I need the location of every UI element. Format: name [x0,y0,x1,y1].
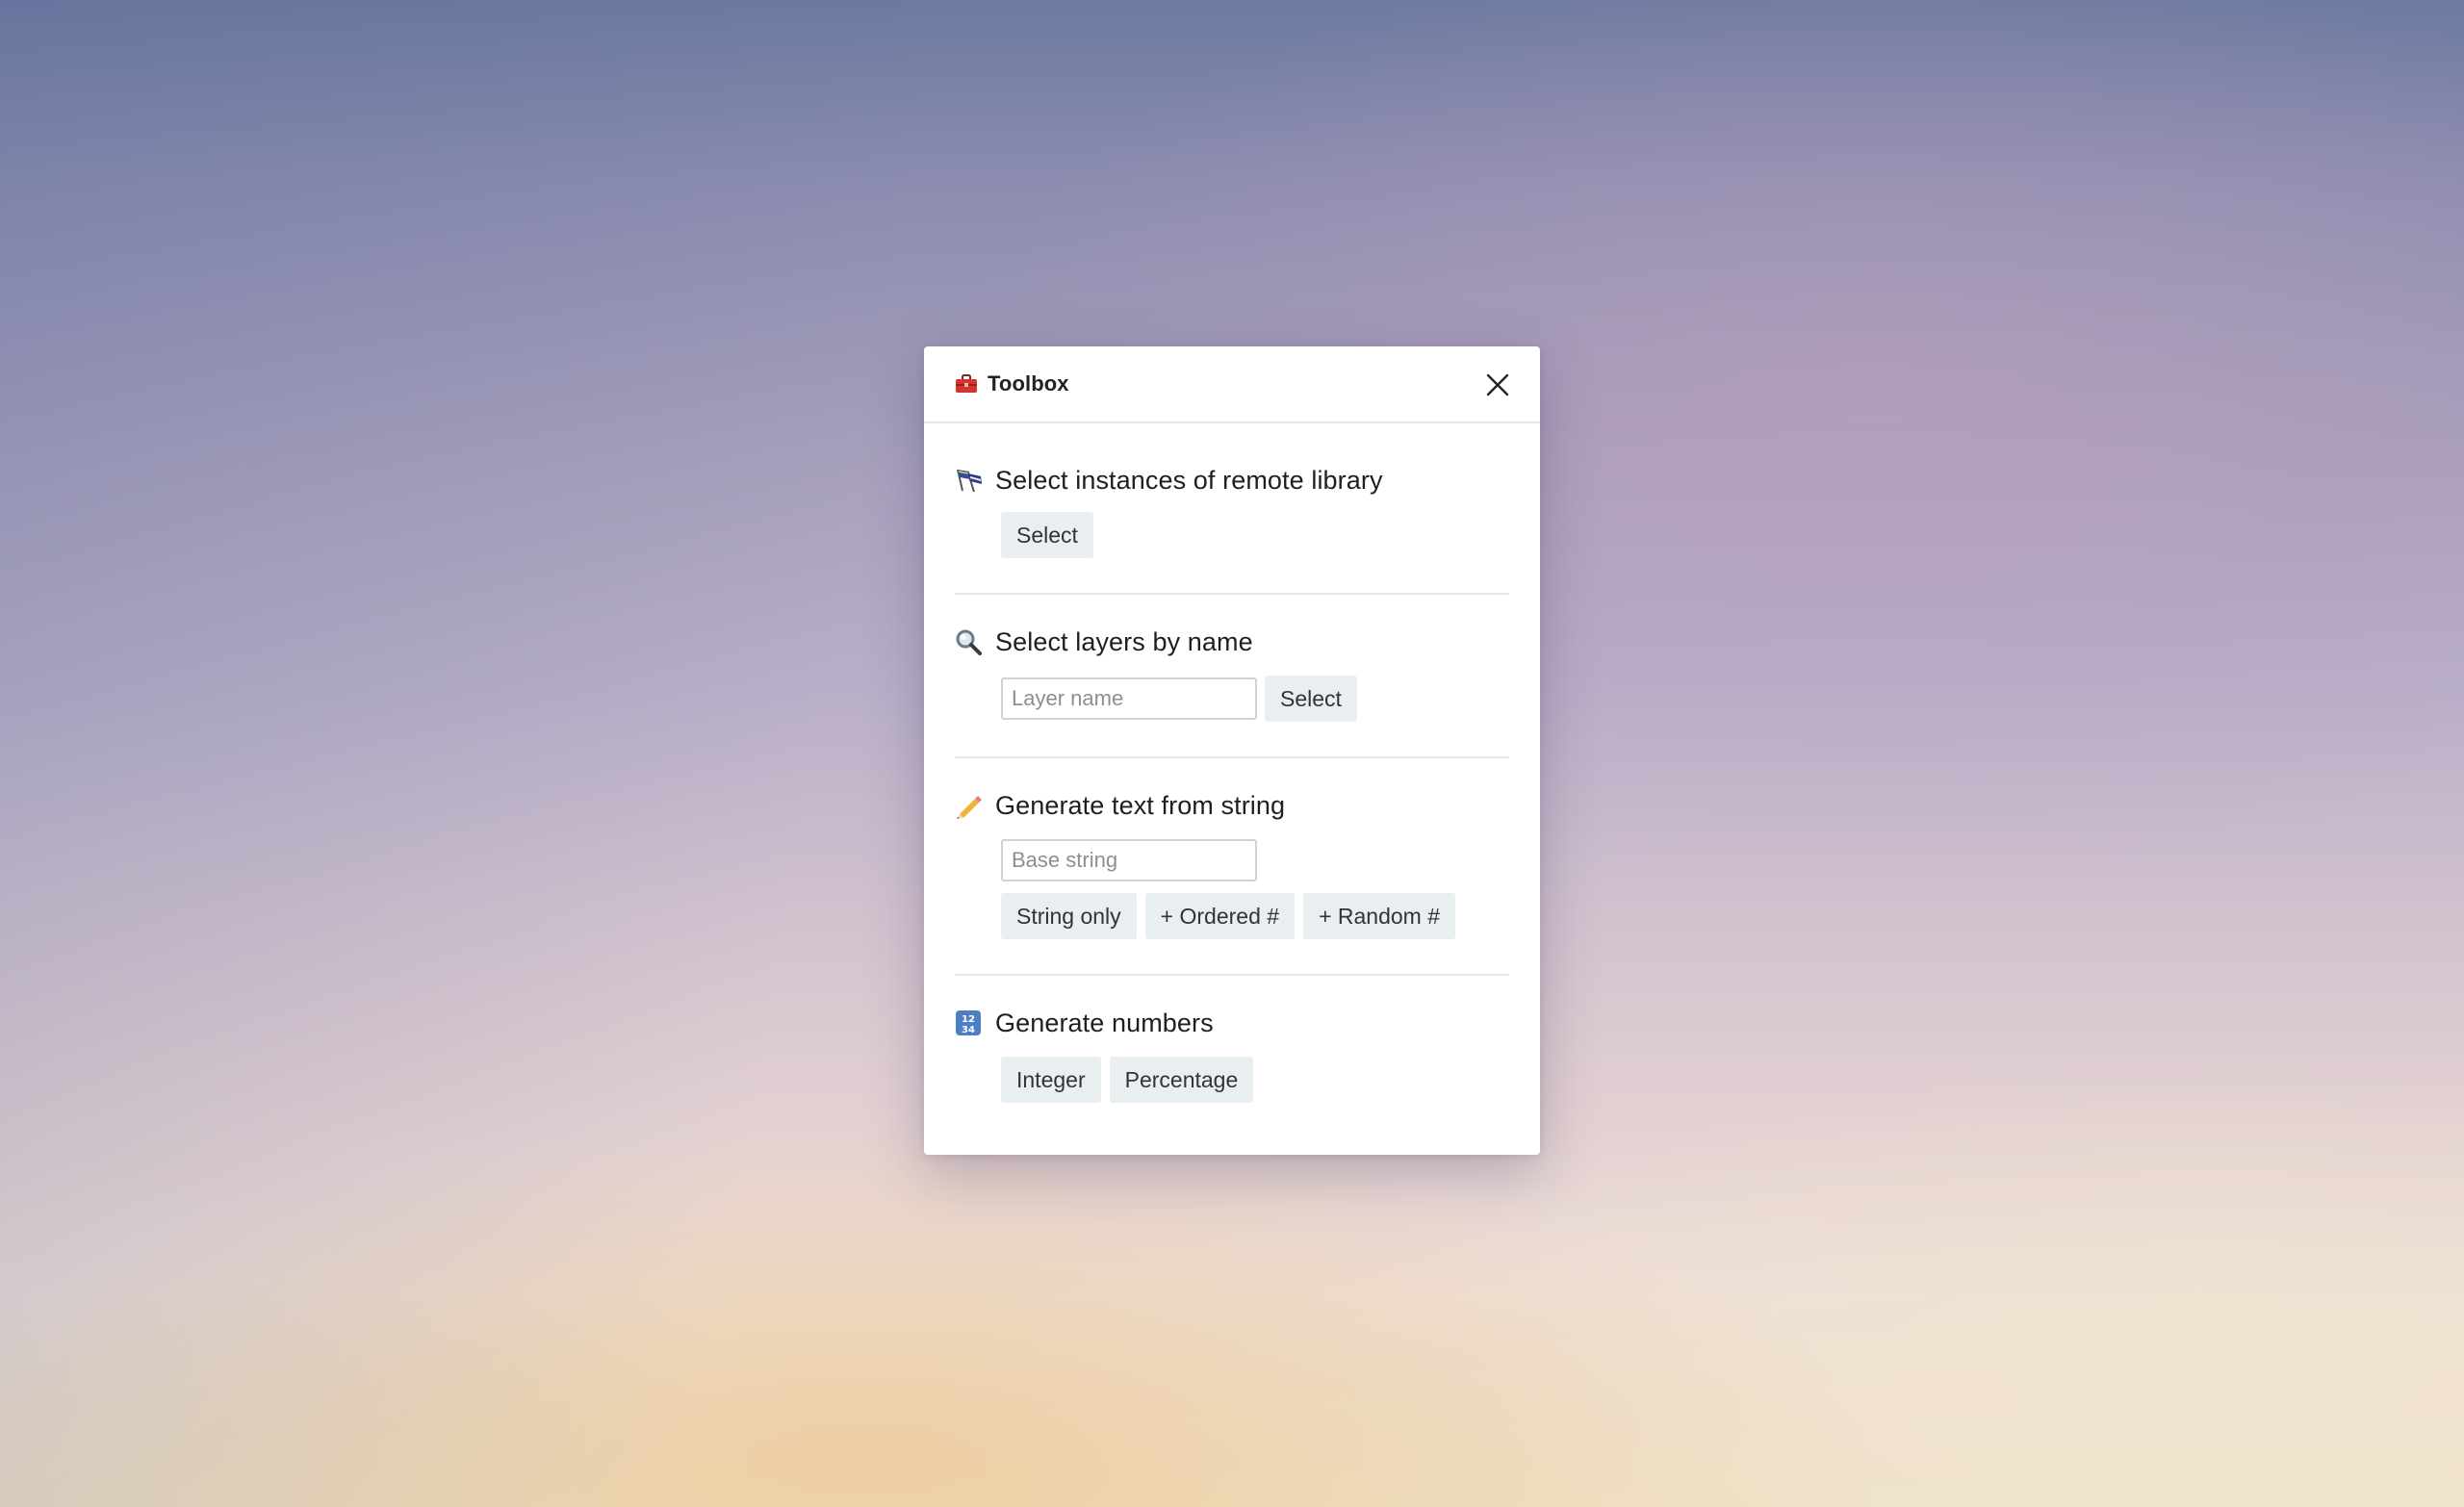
close-icon [1486,373,1509,396]
section-header: 12 34 Generate numbers [955,1009,1509,1037]
base-string-input[interactable] [1001,839,1257,881]
svg-text:34: 34 [962,1025,975,1035]
section-header: Select instances of remote library [955,466,1509,495]
dialog-title: Toolbox [988,371,1069,396]
section-title: Select layers by name [995,626,1253,656]
layer-name-input[interactable] [1001,677,1257,720]
section-title: Generate text from string [995,790,1286,820]
svg-text:12: 12 [962,1014,975,1025]
input-row: Select [1001,676,1509,722]
random-number-button[interactable]: + Random # [1303,893,1456,939]
section-remote-library: Select instances of remote library Selec… [955,423,1509,595]
section-generate-numbers: 12 34 Generate numbers Integer Percentag… [955,976,1509,1136]
section-generate-text: Generate text from string String only + … [955,758,1509,976]
integer-button[interactable]: Integer [1001,1057,1101,1103]
string-only-button[interactable]: String only [1001,893,1137,939]
section-title: Generate numbers [995,1008,1214,1037]
section-select-layers: Select layers by name Select [955,595,1509,758]
select-layers-button[interactable]: Select [1265,676,1357,722]
ordered-number-button[interactable]: + Ordered # [1144,893,1296,939]
pencil-icon [955,791,984,820]
button-row: String only + Ordered # + Random # [1001,893,1509,939]
percentage-button[interactable]: Percentage [1109,1057,1254,1103]
select-remote-instances-button[interactable]: Select [1001,512,1093,558]
input-row [1001,839,1509,881]
section-header: Select layers by name [955,627,1509,656]
toolbox-icon [955,374,978,394]
dialog-titlebar: Toolbox [924,346,1540,423]
numbers-icon: 12 34 [955,1009,984,1037]
button-row: Select [1001,512,1509,558]
toolbox-dialog: Toolbox Select instances of remote libra… [924,346,1540,1155]
section-header: Generate text from string [955,791,1509,820]
dialog-content: Select instances of remote library Selec… [924,423,1540,1136]
flags-icon [955,466,984,495]
button-row: Integer Percentage [1001,1057,1509,1103]
close-button[interactable] [1480,368,1515,402]
magnifier-icon [955,627,984,656]
section-title: Select instances of remote library [995,465,1383,495]
